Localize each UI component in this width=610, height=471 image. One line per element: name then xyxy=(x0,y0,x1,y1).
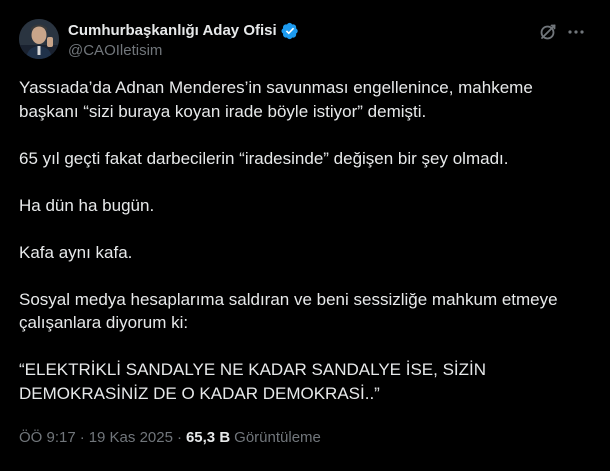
avatar[interactable] xyxy=(19,19,59,59)
verified-badge-icon[interactable] xyxy=(281,22,299,40)
more-options-icon[interactable] xyxy=(566,22,586,42)
post-paragraph: Kafa aynı kafa. xyxy=(19,242,133,262)
post-time[interactable]: ÖÖ 9:17 xyxy=(19,428,76,448)
meta-separator: · xyxy=(176,429,182,446)
post-paragraph: Sosyal medya hesaplarıma saldıran ve ben… xyxy=(19,289,558,333)
handle[interactable]: @CAOIletisim xyxy=(68,41,299,61)
post-paragraph: “ELEKTRİKLİ SANDALYE NE KADAR SANDALYE İ… xyxy=(19,360,487,403)
post-meta: ÖÖ 9:17 · 19 Kas 2025 · 65,3 B Görüntüle… xyxy=(19,428,321,448)
views-label: Görüntüleme xyxy=(234,429,321,446)
grok-icon[interactable] xyxy=(538,22,558,42)
post-text: Yassıada’da Adnan Menderes’in savunması … xyxy=(19,76,589,429)
display-name[interactable]: Cumhurbaşkanlığı Aday Ofisi xyxy=(68,21,277,41)
post: Cumhurbaşkanlığı Aday Ofisi @CAOIletisim… xyxy=(0,0,610,471)
post-date[interactable]: 19 Kas 2025 xyxy=(89,428,173,448)
post-paragraph: Yassıada’da Adnan Menderes’in savunması … xyxy=(19,78,533,121)
avatar-image xyxy=(19,19,59,59)
author-info: Cumhurbaşkanlığı Aday Ofisi @CAOIletisim xyxy=(68,21,299,61)
post-paragraph: Ha dün ha bugün. xyxy=(19,195,155,215)
display-name-row: Cumhurbaşkanlığı Aday Ofisi xyxy=(68,21,299,41)
views-count: 65,3 B xyxy=(185,429,231,446)
post-paragraph: 65 yıl geçti fakat darbecilerin “iradesi… xyxy=(19,148,509,168)
meta-separator: · xyxy=(79,429,85,446)
